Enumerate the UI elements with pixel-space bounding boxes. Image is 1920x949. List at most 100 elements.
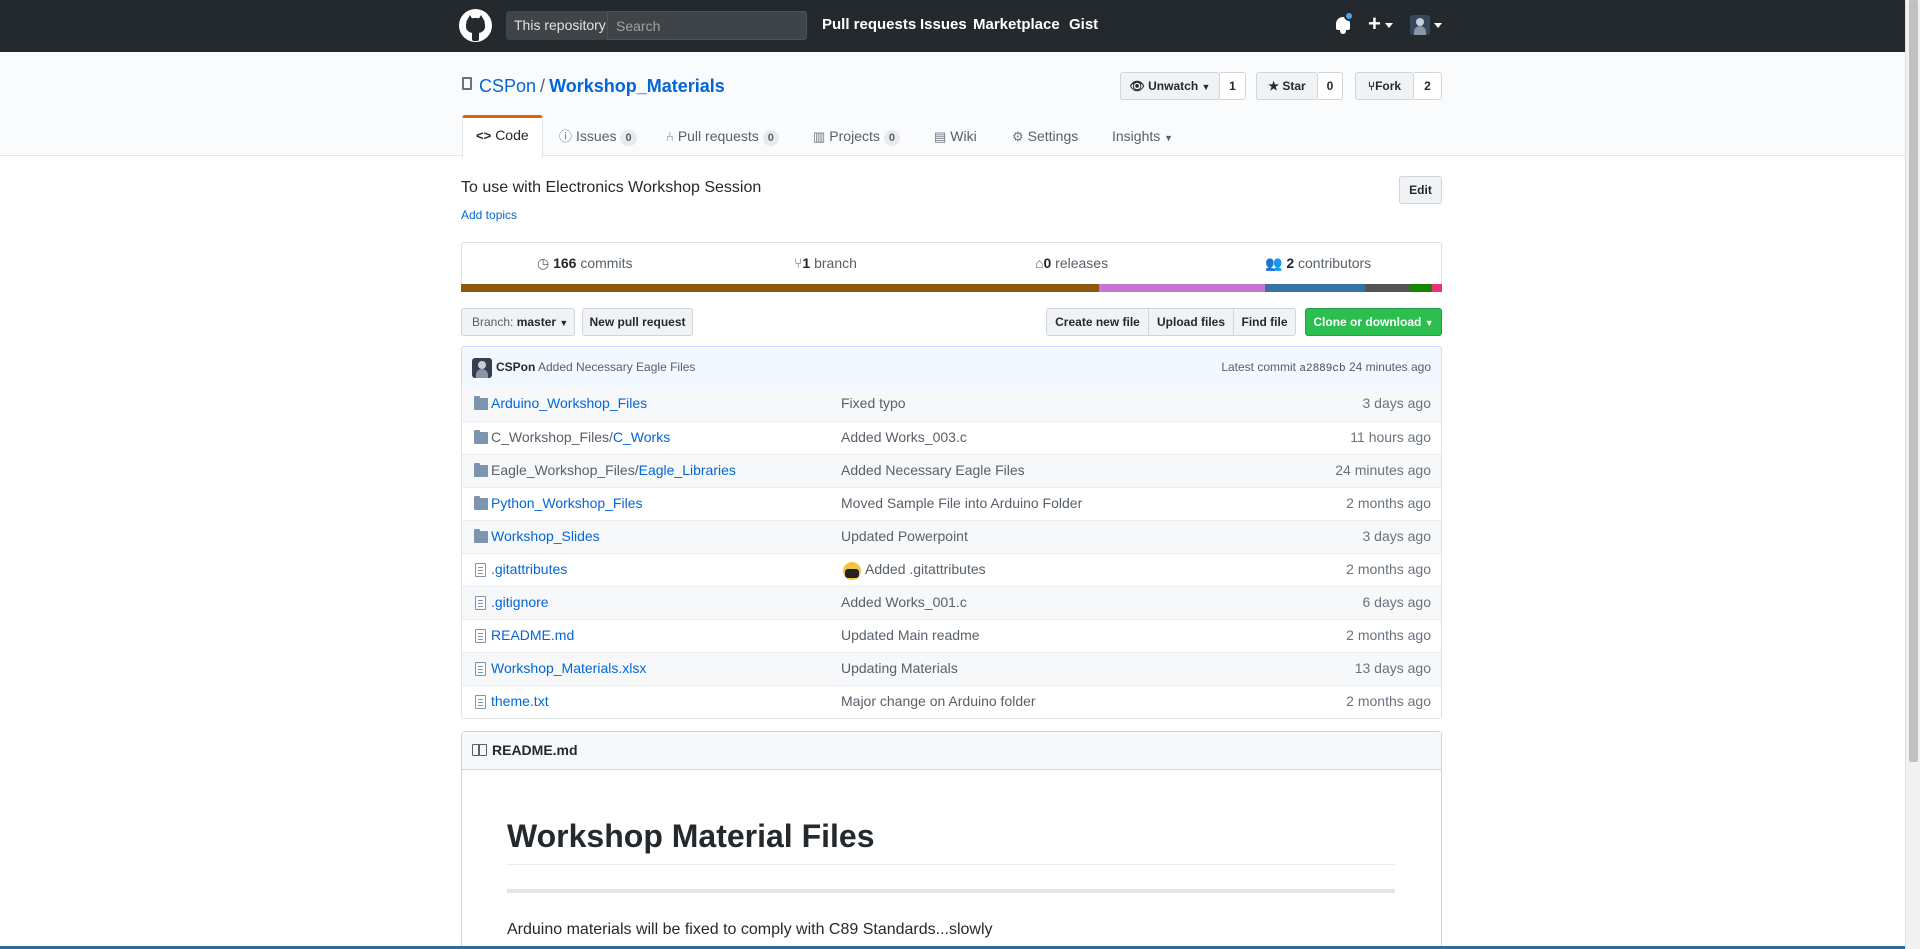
tab-pull-requests[interactable]: ⑃ Pull requests 0 (666, 116, 779, 156)
star-button[interactable]: ★ Star (1256, 72, 1318, 100)
releases-link[interactable]: ⌂0 releases (1035, 255, 1108, 271)
readme-paragraph: Arduino materials will be fixed to compl… (507, 921, 993, 938)
fork-count[interactable]: 2 (1414, 72, 1442, 100)
file-row: Arduino_Workshop_Files Fixed typo 3 days a… (462, 388, 1441, 421)
new-pull-request-button[interactable]: New pull request (582, 308, 693, 336)
committer-avatar[interactable] (843, 562, 861, 580)
file-age: 3 days ago (1362, 395, 1432, 411)
folder-icon (474, 463, 488, 477)
language-segment[interactable] (461, 284, 1099, 292)
file-name-link[interactable]: README.md (491, 627, 574, 643)
page-scrollbar[interactable] (1905, 0, 1920, 949)
commits-count: 166 (553, 255, 577, 271)
fork-icon: ⑂ (1367, 79, 1376, 93)
fork-label: Fork (1375, 79, 1402, 93)
star-count[interactable]: 0 (1318, 72, 1343, 100)
file-path-prefix[interactable]: C_Workshop_Files/ (491, 429, 613, 445)
file-path-prefix[interactable]: Eagle_Workshop_Files/ (491, 462, 639, 478)
file-commit-message[interactable]: Fixed typo (841, 395, 906, 411)
file-name: README.md (491, 627, 574, 643)
global-header: This repository Pull requests Issues Mar… (0, 0, 1905, 52)
notifications-bell-icon[interactable] (1334, 11, 1354, 34)
file-name-link[interactable]: .gitattributes (491, 561, 567, 577)
file-name-link[interactable]: Eagle_Libraries (639, 462, 736, 478)
file-commit-message[interactable]: Added Works_003.c (841, 429, 967, 445)
language-segment[interactable] (1365, 284, 1410, 292)
file-commit-message[interactable]: Added Necessary Eagle Files (841, 462, 1025, 478)
file-commit-message[interactable]: Added Works_001.c (841, 594, 967, 610)
nav-gist[interactable]: Gist (1069, 0, 1098, 52)
scrollbar-thumb[interactable] (1909, 0, 1918, 762)
branch-select-label: Branch: (472, 315, 514, 329)
file-commit-message[interactable]: Major change on Arduino folder (841, 693, 1036, 709)
readme-filename: README.md (492, 742, 578, 758)
file-row: theme.txt Major change on Arduino folder 2… (462, 685, 1441, 718)
watch-count[interactable]: 1 (1220, 72, 1246, 100)
language-segment[interactable] (1409, 284, 1433, 292)
file-commit-message[interactable]: Added .gitattributes (865, 561, 986, 577)
search-input[interactable] (607, 11, 807, 40)
repo-owner-link[interactable]: CSPon (479, 76, 536, 96)
user-avatar[interactable] (1410, 15, 1430, 35)
file-row: Eagle_Workshop_Files/Eagle_Libraries Adde… (462, 454, 1441, 487)
find-file-button[interactable]: Find file (1233, 308, 1296, 336)
commit-author-avatar[interactable] (472, 358, 492, 378)
repo-summary: ◷ 166 commits ⑂1 branch ⌂0 releases 👥 2 … (461, 242, 1442, 285)
file-name-link[interactable]: .gitignore (491, 594, 549, 610)
upload-files-button[interactable]: Upload files (1148, 308, 1234, 336)
fork-button[interactable]: ⑂Fork (1355, 72, 1414, 100)
nav-pull-requests[interactable]: Pull requests (822, 0, 916, 52)
file-name-link[interactable]: Arduino_Workshop_Files (491, 395, 647, 411)
tab-wiki[interactable]: ▤ Wiki (934, 116, 977, 156)
clone-download-button[interactable]: Clone or download ▼ (1305, 308, 1442, 336)
file-commit-message[interactable]: Updated Powerpoint (841, 528, 968, 544)
repo-name-link[interactable]: Workshop_Materials (549, 76, 725, 96)
github-logo-icon[interactable] (459, 9, 492, 42)
chevron-down-icon: ▼ (1424, 318, 1434, 328)
tab-settings-label: Settings (1027, 128, 1079, 144)
readme-header: README.md (462, 732, 1441, 770)
file-name: theme.txt (491, 693, 549, 709)
nav-marketplace[interactable]: Marketplace (973, 0, 1060, 52)
tab-issues-label: Issues (576, 128, 617, 144)
create-dropdown-caret-icon[interactable] (1385, 23, 1393, 28)
file-age: 13 days ago (1354, 660, 1431, 676)
create-new-file-button[interactable]: Create new file (1046, 308, 1149, 336)
file-name-link[interactable]: Workshop_Slides (491, 528, 600, 544)
file-name-link[interactable]: Workshop_Materials.xlsx (491, 660, 646, 676)
create-new-plus-icon[interactable]: + (1368, 11, 1381, 37)
language-bar[interactable] (461, 284, 1442, 292)
branches-link[interactable]: ⑂1 branch (794, 255, 857, 271)
file-name-link[interactable]: theme.txt (491, 693, 549, 709)
contributors-count: 2 (1286, 255, 1295, 271)
file-commit-message[interactable]: Updating Materials (841, 660, 958, 676)
tab-issues[interactable]: ⓘ Issues 0 (559, 116, 637, 156)
commits-link[interactable]: ◷ 166 commits (537, 255, 632, 272)
nav-issues[interactable]: Issues (920, 0, 967, 52)
tab-insights[interactable]: Insights ▼ (1112, 116, 1173, 156)
edit-description-button[interactable]: Edit (1399, 176, 1442, 204)
file-name-link[interactable]: C_Works (613, 429, 670, 445)
gear-icon: ⚙ (1012, 129, 1024, 144)
contributors-link[interactable]: 👥 2 contributors (1265, 255, 1371, 272)
language-segment[interactable] (1265, 284, 1366, 292)
language-segment[interactable] (1432, 284, 1442, 292)
pulls-counter: 0 (762, 130, 779, 146)
language-segment[interactable] (1098, 284, 1266, 292)
file-name-link[interactable]: Python_Workshop_Files (491, 495, 642, 511)
unwatch-button[interactable]: 👁 Unwatch ▼ (1120, 72, 1220, 100)
commit-message-link[interactable]: Added Necessary Eagle Files (538, 360, 695, 374)
tab-settings[interactable]: ⚙ Settings (1012, 116, 1078, 156)
tab-code[interactable]: <> Code (462, 115, 543, 157)
commit-sha-link[interactable]: a2889cb (1299, 363, 1345, 375)
add-topics-link[interactable]: Add topics (461, 208, 517, 222)
unwatch-label: Unwatch (1148, 79, 1199, 93)
file-row: Workshop_Materials.xlsx Updating Material… (462, 652, 1441, 685)
branch-select-button[interactable]: Branch: master ▼ (461, 308, 575, 336)
file-commit-message[interactable]: Moved Sample File into Arduino Folder (841, 495, 1082, 511)
file-row: .gitignore Added Works_001.c 6 days ago (462, 586, 1441, 619)
file-commit-message[interactable]: Updated Main readme (841, 627, 980, 643)
user-dropdown-caret-icon[interactable] (1434, 23, 1442, 28)
tab-projects[interactable]: ▥ Projects 0 (813, 116, 900, 156)
commit-author-link[interactable]: CSPon (496, 360, 535, 374)
